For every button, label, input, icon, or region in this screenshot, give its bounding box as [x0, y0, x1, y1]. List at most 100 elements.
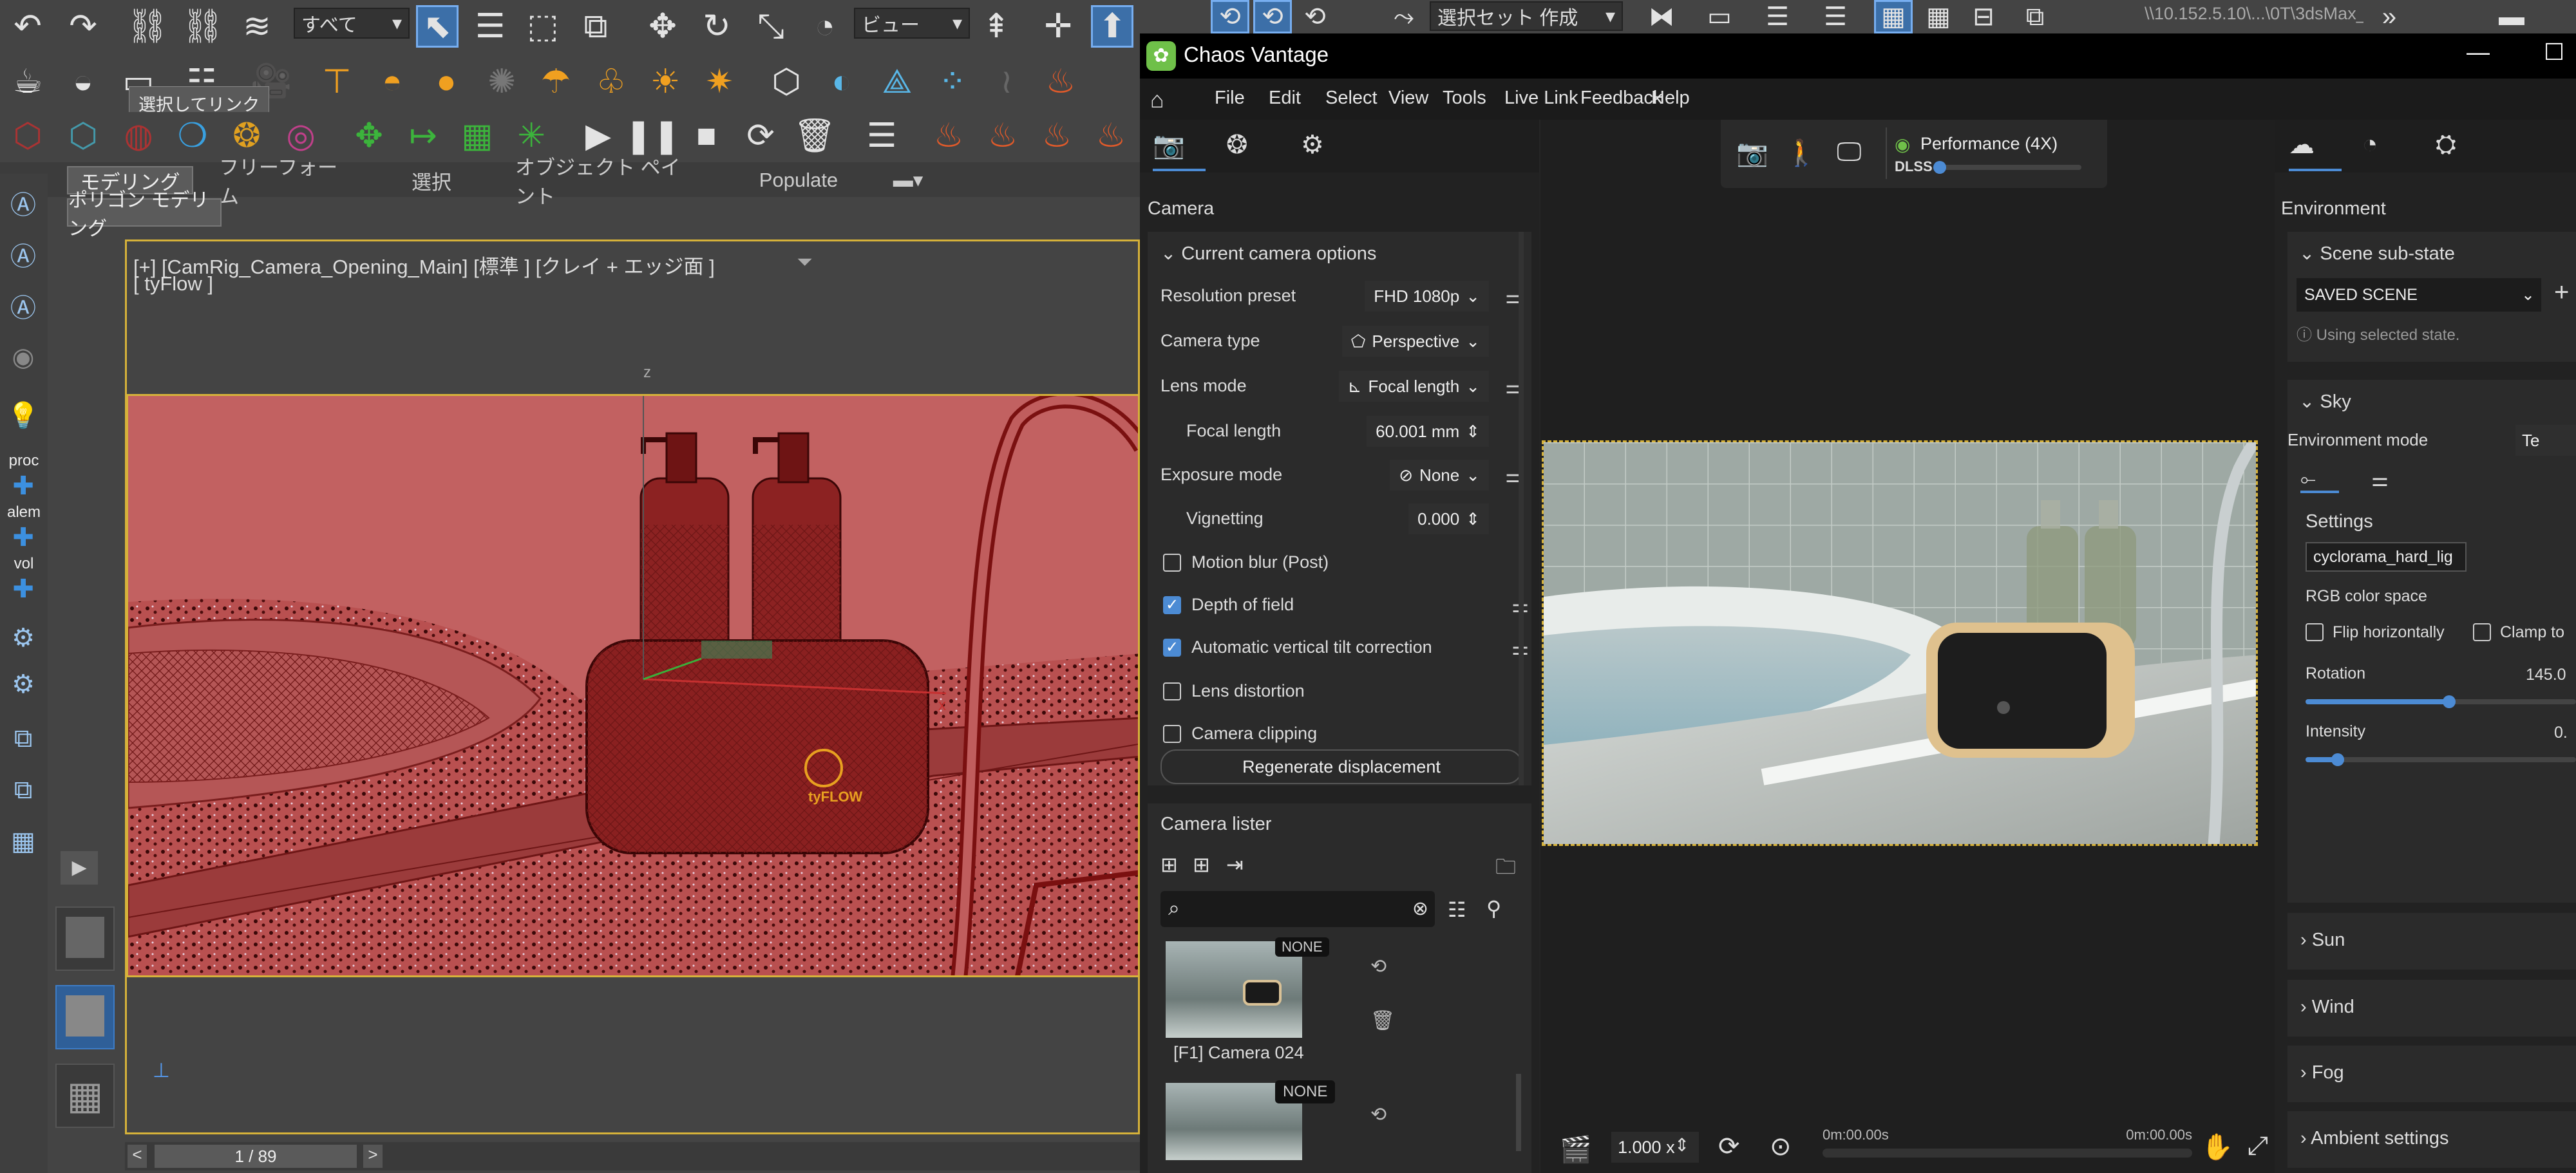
camera-name[interactable]: [F1] Camera 024: [1173, 1043, 1304, 1063]
scene-render-frame[interactable]: x tyFLOW: [126, 394, 1140, 977]
viewport-layout-2[interactable]: [55, 985, 115, 1049]
mirror-icon[interactable]: ⧓: [1642, 0, 1681, 33]
subtab-polygon-modeling[interactable]: ポリゴン モデリング: [67, 190, 222, 239]
expand-panel-button[interactable]: ▶: [61, 851, 98, 885]
scene-explorer-icon[interactable]: ☰: [1816, 0, 1855, 33]
vertical-tilt-checkbox[interactable]: ✓: [1163, 639, 1181, 657]
max-window-icon[interactable]: ▬: [2492, 0, 2531, 33]
ies-light-icon[interactable]: ✺: [480, 61, 523, 103]
refresh-camera-icon[interactable]: ⟲: [1370, 955, 1387, 978]
dlss-slider[interactable]: [1933, 161, 2081, 174]
fit-icon[interactable]: ⤢: [2248, 1132, 2268, 1161]
cone-icon[interactable]: ◒: [62, 61, 104, 103]
menu-tools[interactable]: Tools: [1443, 88, 1486, 109]
menu-feedback[interactable]: Feedback: [1580, 88, 1662, 109]
scale-icon[interactable]: ⤡: [750, 5, 792, 48]
clamp-checkbox[interactable]: [2473, 623, 2491, 641]
stepper-icon[interactable]: ⇕: [1674, 1134, 1689, 1156]
tyflow-icon[interactable]: ✥: [348, 115, 390, 157]
sun-icon[interactable]: ☀: [644, 61, 687, 103]
fur-icon[interactable]: ≀: [985, 61, 1028, 103]
rotate-icon[interactable]: ↻: [696, 5, 738, 48]
render-setup-icon[interactable]: ⧉: [2016, 0, 2054, 33]
time-next-button[interactable]: >: [363, 1145, 383, 1168]
tool-a-icon[interactable]: ⚙: [3, 618, 44, 658]
loop-icon[interactable]: ⟳: [1718, 1132, 1740, 1161]
refresh-camera-icon[interactable]: ⟲: [1370, 1103, 1387, 1126]
add-proc-icon[interactable]: ✚: [3, 466, 44, 506]
intensity-slider-knob[interactable]: [2331, 753, 2345, 766]
ambient-light-icon[interactable]: ✷: [698, 61, 741, 103]
post-tab-icon[interactable]: ⛭: [2436, 130, 2456, 159]
timeline-track[interactable]: [1823, 1149, 2192, 1158]
sky-header[interactable]: ⌄ Sky: [2299, 390, 2351, 413]
tool-c-icon[interactable]: ⧉: [3, 718, 44, 758]
camera-mode-icon[interactable]: 📷: [1736, 138, 1768, 168]
tab-populate[interactable]: Populate: [734, 166, 863, 194]
place-icon[interactable]: ◔: [804, 5, 846, 48]
motion-blur-checkbox[interactable]: [1163, 554, 1181, 572]
clapper-icon[interactable]: 🎬: [1560, 1134, 1592, 1165]
sphere-light-icon[interactable]: ●: [425, 61, 468, 103]
ribbon-options-icon[interactable]: ▬▾: [882, 166, 934, 194]
dlss-slider-knob[interactable]: [1933, 161, 1946, 174]
ambient-settings-section[interactable]: › Ambient settings: [2287, 1111, 2576, 1168]
align-icon[interactable]: ▭: [1700, 0, 1739, 33]
time-prev-button[interactable]: <: [128, 1145, 147, 1168]
wind-section[interactable]: › Wind: [2287, 980, 2576, 1037]
regenerate-displacement-button[interactable]: Regenerate displacement: [1160, 749, 1522, 784]
sun-section[interactable]: › Sun: [2287, 913, 2576, 970]
tab-object-paint[interactable]: オブジェクト ペイント: [515, 156, 696, 208]
render-cube-icon[interactable]: ⬡: [6, 115, 49, 157]
keyboard-shortcut-override-icon[interactable]: ⬆: [1091, 5, 1133, 48]
depth-of-field-checkbox[interactable]: ✓: [1163, 596, 1181, 614]
phoenix-icon[interactable]: ♨: [927, 115, 970, 157]
fire-icon[interactable]: ♨: [1039, 61, 1082, 103]
menu-live-link[interactable]: Live Link: [1504, 88, 1578, 109]
flip-horizontally-checkbox[interactable]: [2306, 623, 2324, 641]
menu-edit[interactable]: Edit: [1269, 88, 1301, 109]
sliders-icon[interactable]: ⚌: [2371, 469, 2389, 491]
curve-editor-icon[interactable]: ▦: [1874, 0, 1913, 33]
snap-toggle-icon[interactable]: ⟲: [1211, 0, 1249, 33]
effects-tab-icon[interactable]: ❂: [1226, 130, 1248, 160]
layer-icon[interactable]: ☰: [1758, 0, 1797, 33]
dome-light-icon[interactable]: ◓: [371, 61, 413, 103]
lister-scrollbar[interactable]: [1516, 1074, 1521, 1151]
render-viewport[interactable]: 📷 🚶 🖵 ◉ Performance (4X) DLSS 🎬 1.000 x …: [1540, 120, 2275, 1173]
add-substate-icon[interactable]: +: [2554, 278, 2569, 307]
material-editor-icon[interactable]: ⊟: [1964, 0, 2003, 33]
camera-clipping-checkbox[interactable]: [1163, 725, 1181, 743]
environment-mode-dropdown[interactable]: Te: [2515, 425, 2576, 456]
selection-filter-combo[interactable]: すべて ▾: [294, 8, 410, 39]
vignetting-input[interactable]: 0.000 ⇕: [1408, 503, 1489, 534]
material-red-icon[interactable]: ◍: [117, 115, 160, 157]
delete-icon[interactable]: 🗑: [793, 115, 836, 157]
rendered-image[interactable]: [1542, 440, 2258, 846]
window-crossing-icon[interactable]: ⧉: [574, 5, 617, 48]
lens-mode-dropdown[interactable]: ⊾ Focal length ⌄: [1338, 371, 1489, 402]
select-manipulate-icon[interactable]: ✛: [1037, 5, 1079, 48]
texture-field[interactable]: cyclorama_hard_lig: [2306, 542, 2467, 572]
intensity-slider[interactable]: [2306, 753, 2576, 766]
edit-named-selection-icon[interactable]: ⤳: [1385, 0, 1423, 33]
phoenix-liquid-icon[interactable]: ♨: [1090, 115, 1132, 157]
spot-light-icon[interactable]: ☂: [535, 61, 577, 103]
pivot-center-icon[interactable]: ⇞: [975, 5, 1018, 48]
text-tool-icon[interactable]: Ⓐ: [3, 183, 44, 223]
proxy-icon[interactable]: ◐: [820, 61, 863, 103]
menu-file[interactable]: File: [1215, 88, 1245, 109]
lens-distortion-checkbox[interactable]: [1163, 682, 1181, 700]
home-icon[interactable]: ⌂: [1150, 86, 1164, 113]
viewport-layout-1[interactable]: [55, 906, 115, 971]
current-camera-options-header[interactable]: ⌄ Current camera options: [1160, 242, 1376, 265]
sphere-tool-icon[interactable]: ◉: [3, 337, 44, 377]
fog-section[interactable]: › Fog: [2287, 1046, 2576, 1102]
percent-snap-icon[interactable]: ⟲: [1296, 0, 1334, 33]
overflow-chevron-icon[interactable]: »: [2370, 0, 2409, 33]
mesh-light-icon[interactable]: ♧: [590, 61, 632, 103]
tool-e-icon[interactable]: ▦: [3, 821, 44, 861]
lamp-icon[interactable]: ⊤: [316, 61, 358, 103]
material-icon[interactable]: ⬡: [62, 115, 104, 157]
box-icon[interactable]: ⬡: [765, 61, 808, 103]
